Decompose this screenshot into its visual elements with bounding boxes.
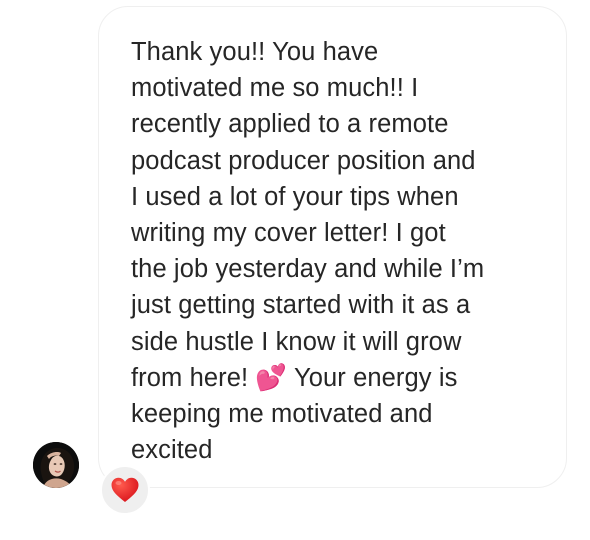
red-heart-icon <box>111 477 139 502</box>
message-text: Thank you!! You have motivated me so muc… <box>131 38 485 465</box>
message-bubble[interactable]: Thank you!! You have motivated me so muc… <box>98 6 567 488</box>
profile-photo-icon <box>33 442 79 488</box>
sender-avatar[interactable] <box>33 442 79 488</box>
reaction-badge[interactable] <box>100 465 150 515</box>
